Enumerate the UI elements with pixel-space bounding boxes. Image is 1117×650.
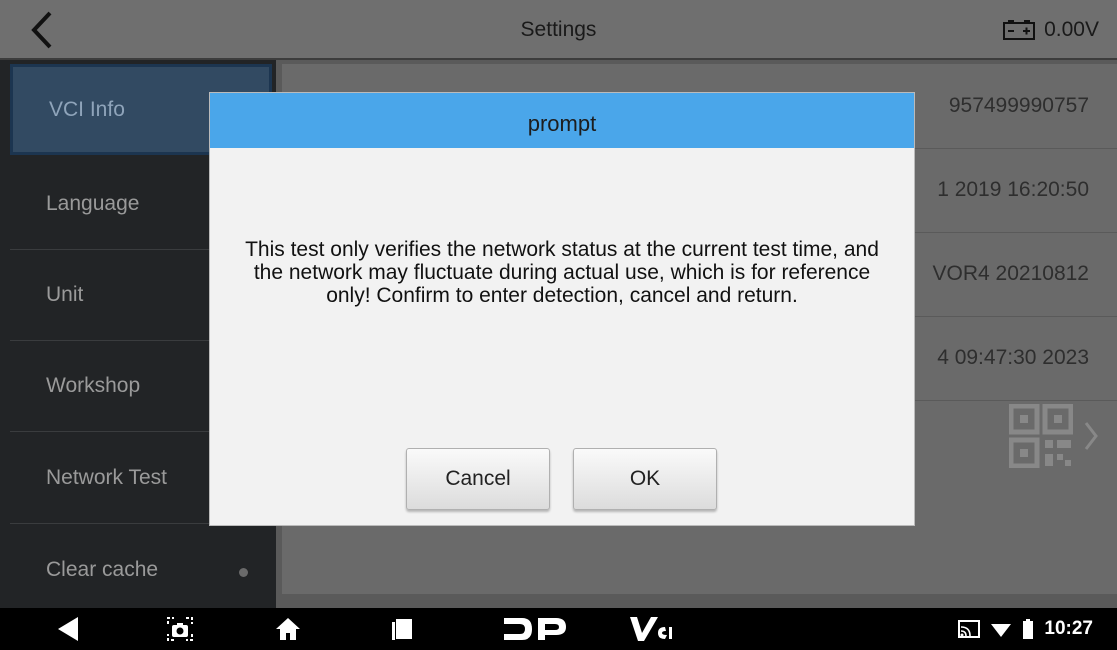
recents-button[interactable] [382, 608, 422, 650]
nav-back-icon [58, 617, 78, 641]
prompt-dialog: prompt This test only verifies the netwo… [210, 93, 914, 525]
sidebar-item-label: VCI Info [49, 97, 125, 121]
recents-icon [392, 619, 412, 640]
chevron-right-icon [1084, 422, 1098, 450]
qr-code-row[interactable] [1009, 404, 1099, 468]
clock: 10:27 [1044, 618, 1093, 639]
cancel-button[interactable]: Cancel [406, 448, 550, 510]
screenshot-button[interactable] [160, 608, 200, 650]
info-value: 1 2019 16:20:50 [937, 178, 1089, 201]
sidebar-item-clear-cache[interactable]: Clear cache [10, 525, 272, 616]
sidebar-item-label: Clear cache [46, 558, 159, 581]
battery-status: 0.00V [1002, 0, 1099, 60]
sidebar-item-label: Unit [46, 283, 84, 306]
screenshot-icon [167, 617, 193, 641]
vci-app-button[interactable] [626, 608, 676, 650]
sidebar-item-label: Network Test [46, 466, 167, 489]
dialog-message: This test only verifies the network stat… [245, 238, 879, 307]
page-title: Settings [520, 18, 597, 41]
cast-icon [958, 620, 981, 638]
settings-screen: Settings 0.00V VCI Info Language Unit Wo… [0, 0, 1117, 650]
battery-icon [1023, 619, 1034, 639]
nav-back-button[interactable] [48, 608, 88, 650]
cache-indicator-dot [239, 568, 248, 577]
home-button[interactable] [268, 608, 308, 650]
home-icon [276, 618, 300, 640]
sidebar-item-label: Workshop [46, 374, 141, 397]
dp-app-button[interactable] [500, 608, 570, 650]
info-value: 957499990757 [948, 94, 1089, 117]
info-value: 4 09:47:30 2023 [937, 346, 1089, 369]
car-battery-icon [1003, 20, 1036, 40]
vci-logo-icon [630, 617, 672, 641]
system-nav-bar: 10:27 [0, 608, 1117, 650]
battery-voltage: 0.00V [1044, 18, 1099, 41]
status-area: 10:27 [958, 608, 1093, 650]
dialog-title: prompt [210, 93, 914, 148]
qr-code-icon [1009, 404, 1073, 468]
top-bar: Settings 0.00V [0, 0, 1117, 60]
wifi-icon [991, 624, 1012, 637]
dp-logo-icon [504, 618, 566, 640]
info-value: VOR4 20210812 [932, 262, 1089, 285]
ok-button[interactable]: OK [573, 448, 717, 510]
sidebar-item-label: Language [46, 192, 140, 215]
